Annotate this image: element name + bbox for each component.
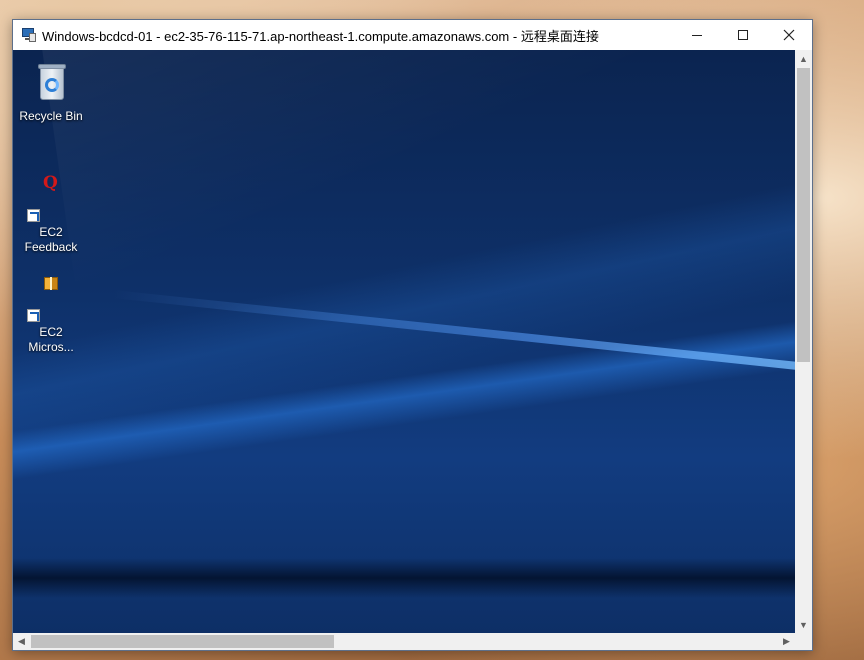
desktop-icon-recycle-bin[interactable]: Recycle Bin	[13, 58, 89, 124]
minimize-icon	[692, 34, 702, 36]
remote-desktop-icon[interactable]	[21, 27, 37, 43]
vertical-scrollbar[interactable]: ▲ ▼	[795, 50, 812, 633]
desktop-icon-label: Recycle Bin	[19, 109, 83, 123]
desktop-icon-label: EC2	[39, 325, 63, 339]
shortcut-arrow-icon	[27, 309, 40, 322]
scroll-left-arrow[interactable]: ◀	[13, 633, 30, 650]
horizontal-scroll-thumb[interactable]	[31, 635, 334, 648]
desktop-icon-ec2-feedback[interactable]: Q EC2 Feedback	[13, 174, 89, 255]
scrollbar-corner	[795, 633, 812, 650]
title-bar[interactable]: Windows-bcdcd-01 - ec2-35-76-115-71.ap-n…	[13, 20, 812, 50]
scroll-right-arrow[interactable]: ▶	[778, 633, 795, 650]
window-title: Windows-bcdcd-01 - ec2-35-76-115-71.ap-n…	[42, 28, 599, 44]
desktop-icon-label: Micros...	[28, 340, 74, 354]
feedback-icon: Q	[27, 174, 75, 222]
remote-desktop-window: Windows-bcdcd-01 - ec2-35-76-115-71.ap-n…	[12, 19, 813, 651]
vertical-scroll-thumb[interactable]	[797, 68, 810, 362]
desktop-icon-label: Feedback	[24, 240, 78, 254]
scroll-down-arrow[interactable]: ▼	[795, 616, 812, 633]
minimize-button[interactable]	[674, 20, 720, 50]
maximize-icon	[738, 30, 748, 40]
maximize-button[interactable]	[720, 20, 766, 50]
wallpaper-dark-band	[13, 558, 795, 598]
horizontal-scrollbar[interactable]: ◀ ▶	[13, 633, 795, 650]
package-icon	[27, 274, 75, 322]
wallpaper-light-beam	[112, 290, 795, 372]
close-icon	[783, 29, 795, 41]
close-button[interactable]	[766, 20, 812, 50]
recycle-bin-icon	[27, 58, 75, 106]
shortcut-arrow-icon	[27, 209, 40, 222]
wallpaper-sheen	[38, 50, 795, 282]
remote-desktop-area[interactable]: Recycle Bin Q EC2 Feedback EC2 Micros...	[13, 50, 795, 633]
scroll-up-arrow[interactable]: ▲	[795, 50, 812, 67]
desktop-icon-label: EC2	[39, 225, 63, 239]
desktop-icon-ec2-microsoft[interactable]: EC2 Micros...	[13, 274, 89, 355]
